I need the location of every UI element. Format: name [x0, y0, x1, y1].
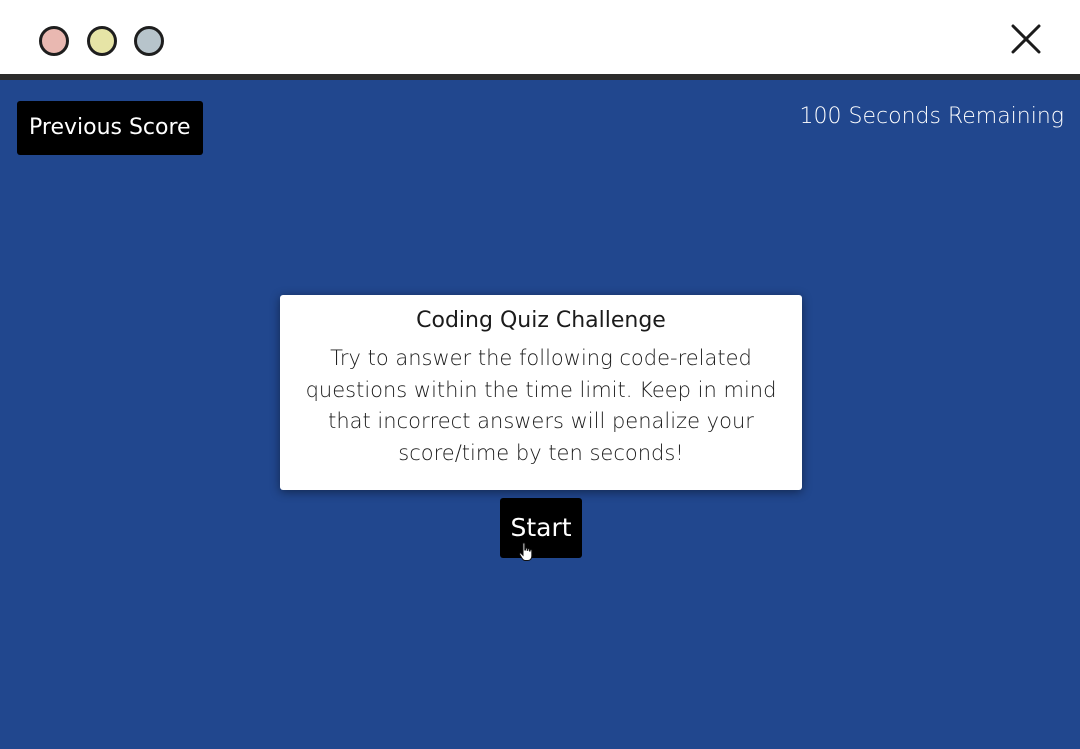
- window-titlebar: [0, 0, 1080, 74]
- card-title: Coding Quiz Challenge: [416, 308, 666, 333]
- previous-score-button[interactable]: Previous Score: [17, 101, 203, 155]
- gray-dot-icon[interactable]: [134, 26, 164, 56]
- timer-text: 100 Seconds Remaining: [799, 104, 1064, 129]
- intro-card: Coding Quiz Challenge Try to answer the …: [280, 295, 802, 490]
- close-icon[interactable]: [1010, 23, 1042, 55]
- yellow-dot-icon[interactable]: [87, 26, 117, 56]
- start-button[interactable]: Start: [500, 498, 582, 558]
- card-description: Try to answer the following code-related…: [305, 346, 777, 465]
- app-window: Previous Score 100 Seconds Remaining Cod…: [0, 0, 1080, 749]
- red-dot-icon[interactable]: [39, 26, 69, 56]
- quiz-page: Previous Score 100 Seconds Remaining Cod…: [0, 80, 1080, 749]
